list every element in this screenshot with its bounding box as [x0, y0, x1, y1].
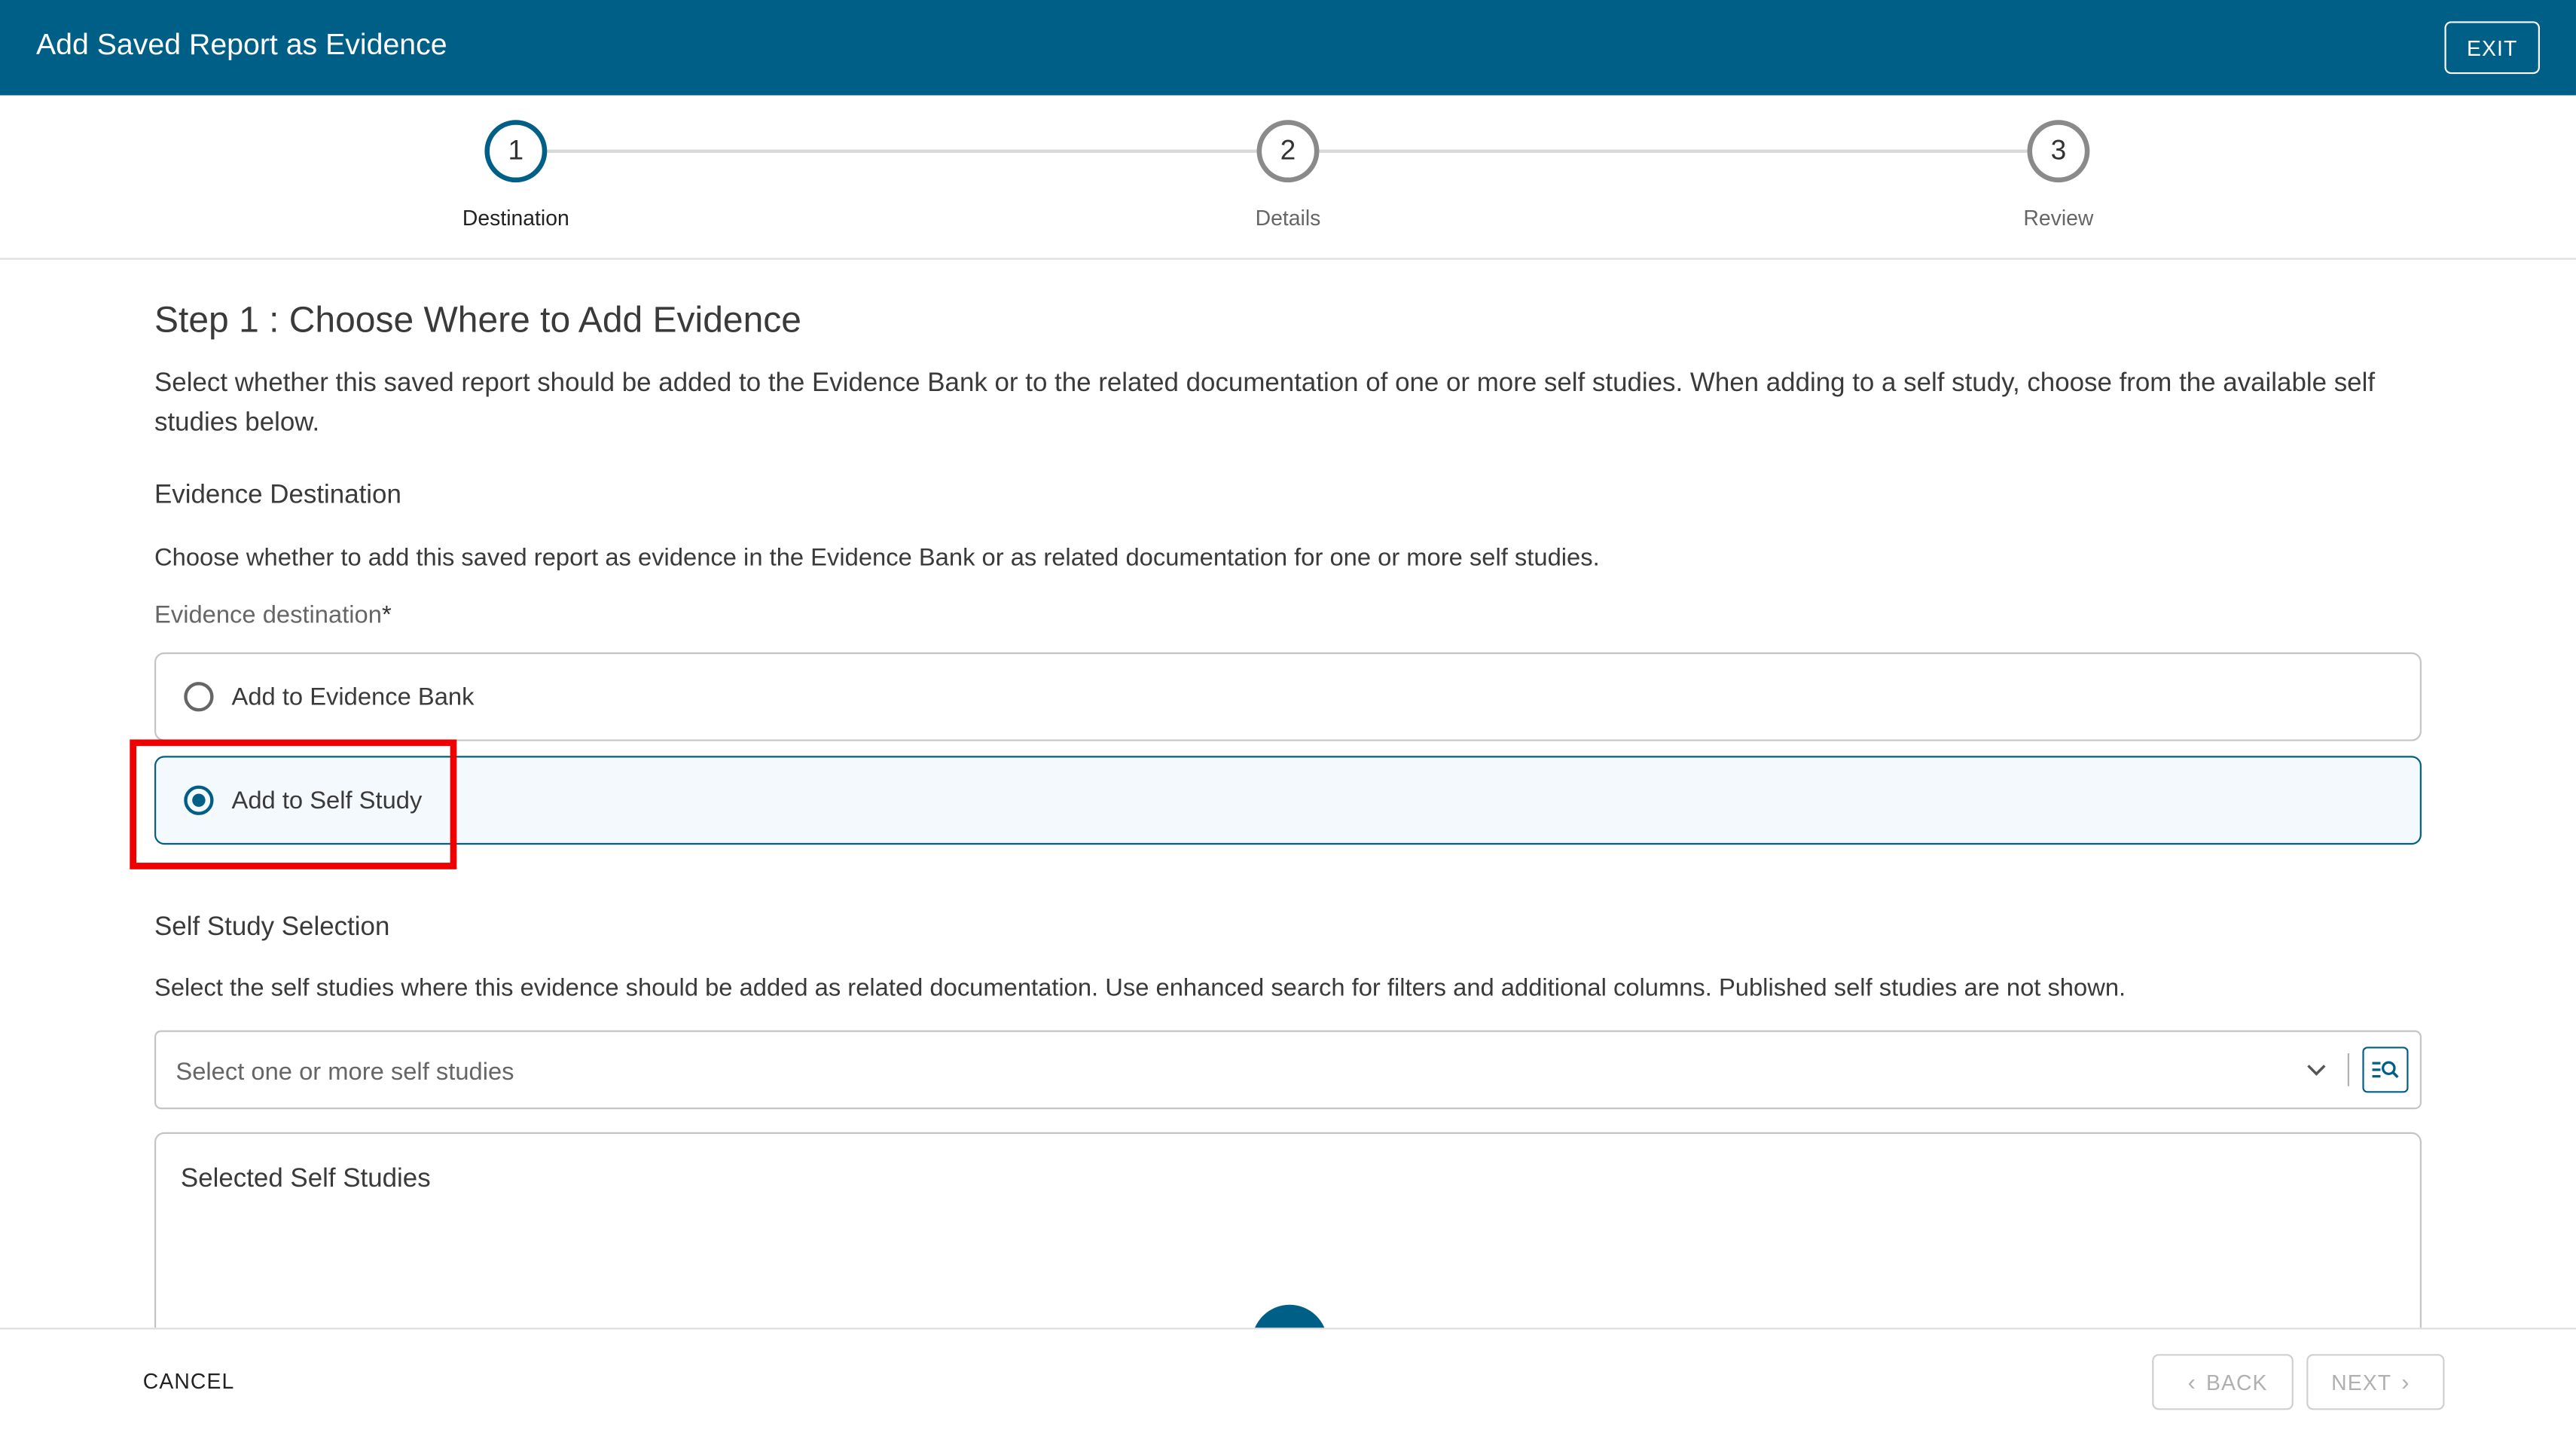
- page-title: Add Saved Report as Evidence: [35, 28, 447, 61]
- enhanced-search-icon: [2372, 1061, 2399, 1078]
- wizard-stepper: 1 Destination 2 Details 3 Review: [0, 96, 2576, 260]
- wizard-footer: CANCEL ‹ BACK NEXT ›: [0, 1328, 2576, 1433]
- field-label-text: Evidence destination: [154, 601, 382, 630]
- radio-option-self-study[interactable]: Add to Self Study: [154, 756, 2422, 845]
- self-study-selection-heading: Self Study Selection: [154, 913, 390, 942]
- selected-self-studies-title: Selected Self Studies: [180, 1165, 431, 1193]
- step-number: 3: [2027, 120, 2090, 183]
- step-details: 2 Details: [1156, 120, 1419, 230]
- step-label: Destination: [462, 205, 569, 231]
- step-intro: Select whether this saved report should …: [154, 369, 2376, 438]
- radio-option-evidence-bank[interactable]: Add to Evidence Bank: [154, 652, 2422, 741]
- radio-label: Add to Evidence Bank: [231, 683, 475, 712]
- step-label: Details: [1255, 205, 1321, 231]
- next-button[interactable]: NEXT ›: [2306, 1354, 2445, 1410]
- step-label: Review: [2023, 205, 2094, 231]
- step-heading: Step 1 : Choose Where to Add Evidence: [154, 298, 801, 341]
- back-button[interactable]: ‹ BACK: [2152, 1354, 2294, 1410]
- radio-button[interactable]: [184, 682, 214, 712]
- next-label: NEXT: [2331, 1369, 2392, 1395]
- step-connector: [1317, 149, 2031, 153]
- required-mark: *: [381, 601, 392, 630]
- enhanced-search-button[interactable]: [2362, 1046, 2409, 1093]
- step-destination: 1 Destination: [384, 120, 647, 230]
- evidence-destination-description: Choose whether to add this saved report …: [154, 543, 1600, 573]
- step-review: 3 Review: [1927, 120, 2190, 230]
- step-number: 2: [1256, 120, 1320, 183]
- chevron-down-icon[interactable]: [2303, 1056, 2330, 1083]
- app-header: Add Saved Report as Evidence EXIT: [0, 0, 2576, 96]
- radio-label: Add to Self Study: [231, 787, 423, 815]
- back-label: BACK: [2205, 1369, 2268, 1395]
- chevron-left-icon: ‹: [2187, 1368, 2196, 1395]
- step-connector: [545, 149, 1259, 153]
- step-number: 1: [484, 120, 548, 183]
- chevron-right-icon: ›: [2401, 1368, 2410, 1395]
- evidence-destination-heading: Evidence Destination: [154, 481, 401, 510]
- cancel-button[interactable]: CANCEL: [143, 1369, 235, 1394]
- select-divider: [2347, 1053, 2349, 1086]
- evidence-destination-label: Evidence destination*: [154, 601, 392, 629]
- self-study-select[interactable]: Select one or more self studies: [154, 1030, 2422, 1110]
- select-placeholder: Select one or more self studies: [175, 1058, 514, 1086]
- exit-button[interactable]: EXIT: [2444, 21, 2540, 75]
- self-study-selection-description: Select the self studies where this evide…: [154, 974, 2126, 1003]
- radio-button-selected[interactable]: [184, 785, 214, 815]
